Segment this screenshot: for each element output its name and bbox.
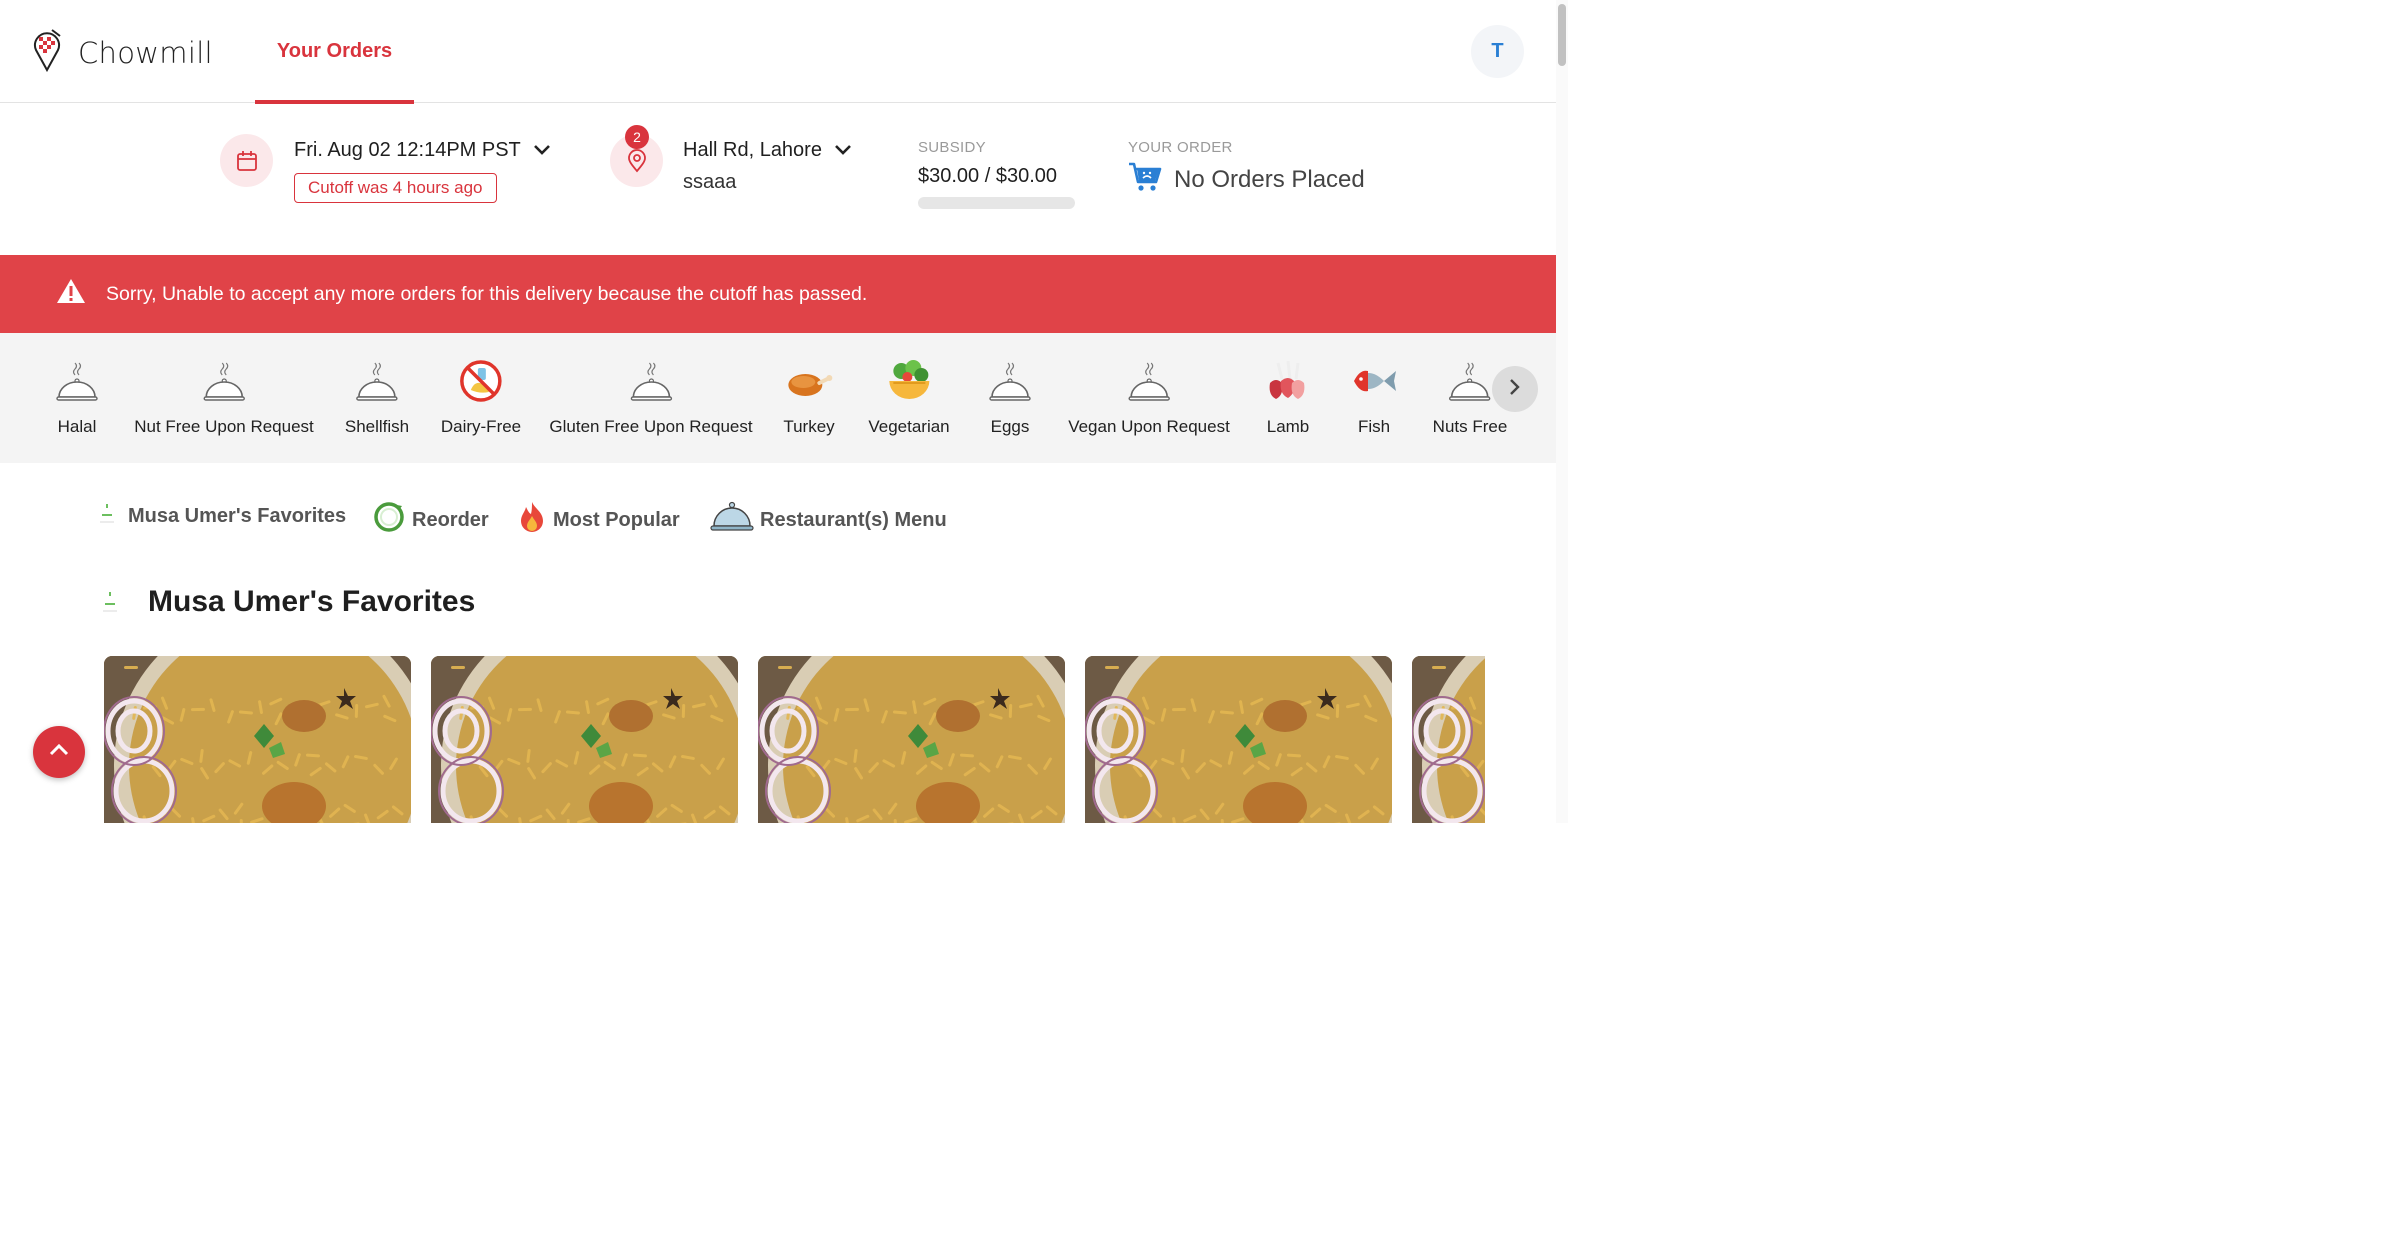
empty-cart-icon — [1128, 161, 1162, 198]
subsidy-label: SUBSIDY — [918, 139, 986, 156]
filter-dairy-free[interactable]: Dairy-Free — [441, 357, 521, 437]
tab-your-orders[interactable]: Your Orders — [255, 0, 414, 104]
filter-fish[interactable]: Fish — [1350, 357, 1398, 437]
filter-label: Vegetarian — [868, 417, 950, 436]
filter-label: Nut Free Upon Request — [134, 417, 314, 436]
category-label: Reorder — [412, 508, 489, 531]
chevron-down-icon — [834, 139, 852, 162]
dietary-filter-bar: Halal Nut Free Upon Request Shellfish Dairy… — [0, 333, 1556, 463]
no-dairy-icon — [457, 357, 505, 405]
favorites-icon — [96, 500, 118, 532]
cutoff-alert-banner: Sorry, Unable to accept any more orders … — [0, 255, 1556, 333]
food-card[interactable] — [1085, 656, 1392, 823]
delivery-address: Hall Rd, Lahore — [683, 139, 822, 161]
brand-logo-link[interactable]: Chowmill — [30, 28, 213, 77]
filter-label: Fish — [1357, 417, 1391, 436]
filter-next-button[interactable] — [1492, 366, 1538, 412]
scrollbar-thumb[interactable] — [1558, 4, 1566, 66]
cloche-icon — [627, 357, 675, 405]
filter-label: Eggs — [990, 417, 1030, 436]
section-title: Musa Umer's Favorites — [148, 585, 476, 618]
food-card[interactable] — [431, 656, 738, 823]
chowmill-logo-icon — [30, 28, 64, 77]
scroll-to-top-button[interactable] — [33, 726, 85, 778]
filter-halal[interactable]: Halal — [53, 357, 101, 437]
cloche-icon — [200, 357, 248, 405]
page-scrollbar[interactable] — [1556, 0, 1568, 823]
filter-vegan-upon-request[interactable]: Vegan Upon Request — [1068, 357, 1230, 437]
category-label: Restaurant(s) Menu — [760, 508, 947, 531]
filter-nut-free-upon-request[interactable]: Nut Free Upon Request — [134, 357, 314, 437]
filter-label: Gluten Free Upon Request — [549, 417, 753, 436]
address-count-badge: 2 — [625, 125, 649, 149]
filter-lamb[interactable]: Lamb — [1264, 357, 1312, 437]
lamb-chops-icon — [1264, 357, 1312, 405]
your-order-label: YOUR ORDER — [1128, 139, 1233, 156]
delivery-address-sub: ssaaa — [683, 171, 737, 193]
category-tab-favorites[interactable]: Musa Umer's Favorites — [96, 500, 346, 532]
alert-message: Sorry, Unable to accept any more orders … — [106, 282, 868, 305]
favorites-carousel — [104, 656, 1485, 823]
cloche-icon — [710, 500, 754, 540]
filter-label: Nuts Free — [1432, 417, 1508, 436]
category-tab-restaurant-menu[interactable]: Restaurant(s) Menu — [710, 500, 947, 540]
chevron-down-icon — [533, 139, 551, 162]
filter-label: Lamb — [1266, 417, 1310, 436]
filter-label: Vegan Upon Request — [1068, 417, 1230, 436]
fire-icon — [517, 500, 547, 540]
cloche-icon — [986, 357, 1034, 405]
delivery-info-bar: Fri. Aug 02 12:14PM PST Cutoff was 4 hou… — [0, 103, 1556, 255]
filter-label: Turkey — [783, 417, 835, 436]
address-dropdown[interactable]: Hall Rd, Lahore — [683, 139, 852, 162]
filter-label: Halal — [57, 417, 97, 436]
cloche-icon — [53, 357, 101, 405]
salad-bowl-icon — [885, 357, 933, 405]
section-header: Musa Umer's Favorites — [100, 585, 475, 619]
cloche-icon — [1446, 357, 1494, 405]
top-navigation-bar: Chowmill Your Orders T — [0, 0, 1556, 104]
food-card[interactable] — [758, 656, 1065, 823]
user-avatar[interactable]: T — [1471, 25, 1524, 78]
cutoff-badge: Cutoff was 4 hours ago — [294, 173, 497, 203]
subsidy-value: $30.00 / $30.00 — [918, 165, 1058, 187]
food-card[interactable] — [104, 656, 411, 823]
calendar-icon[interactable] — [220, 134, 273, 187]
subsidy-progress-bar — [918, 197, 1075, 209]
your-order-status: No Orders Placed — [1128, 161, 1365, 198]
delivery-datetime: Fri. Aug 02 12:14PM PST — [294, 139, 521, 161]
reorder-icon — [372, 500, 406, 540]
brand-name: Chowmill — [78, 35, 213, 70]
chevron-up-icon — [49, 743, 69, 762]
category-label: Musa Umer's Favorites — [128, 504, 347, 527]
favorites-icon — [100, 586, 120, 619]
warning-icon — [56, 278, 86, 310]
filter-shellfish[interactable]: Shellfish — [345, 357, 409, 437]
cloche-icon — [353, 357, 401, 405]
category-tab-reorder[interactable]: Reorder — [372, 500, 489, 540]
filter-vegetarian[interactable]: Vegetarian — [868, 357, 950, 437]
food-card[interactable] — [1412, 656, 1485, 823]
menu-category-tabs: Musa Umer's Favorites Reorder Most Popul… — [0, 500, 1556, 540]
filter-eggs[interactable]: Eggs — [986, 357, 1034, 437]
filter-label: Dairy-Free — [440, 417, 522, 436]
your-order-value: No Orders Placed — [1174, 165, 1365, 193]
category-tab-most-popular[interactable]: Most Popular — [517, 500, 680, 540]
chevron-right-icon — [1509, 378, 1521, 401]
filter-turkey[interactable]: Turkey — [783, 357, 835, 437]
filter-label: Shellfish — [344, 417, 410, 436]
cloche-icon — [1125, 357, 1173, 405]
fish-icon — [1350, 357, 1398, 405]
turkey-icon — [785, 357, 833, 405]
filter-gluten-free-upon-request[interactable]: Gluten Free Upon Request — [549, 357, 753, 437]
delivery-date-dropdown[interactable]: Fri. Aug 02 12:14PM PST — [294, 139, 551, 162]
category-label: Most Popular — [553, 508, 680, 531]
